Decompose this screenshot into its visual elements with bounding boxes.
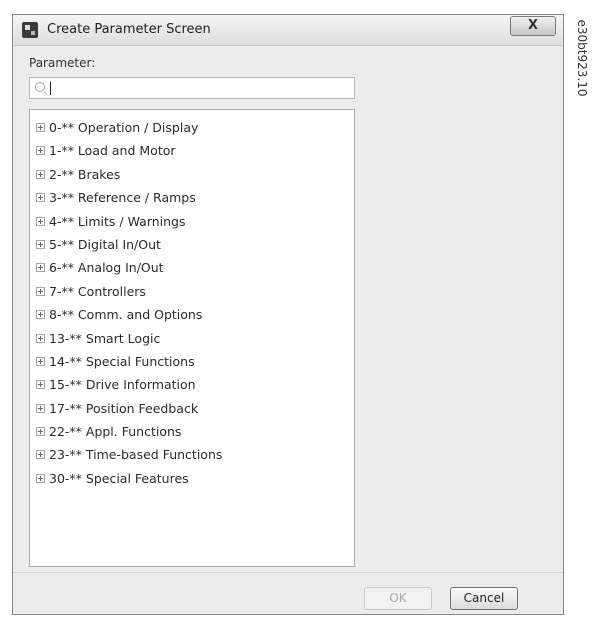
tree-item-label: 30-** Special Features [49, 470, 189, 486]
tree-item-label: 1-** Load and Motor [49, 143, 176, 159]
expand-plus-icon[interactable] [36, 380, 45, 390]
tree-item-label: 7-** Controllers [49, 283, 146, 299]
ok-button[interactable]: OK [364, 587, 432, 610]
expand-plus-icon[interactable] [36, 193, 45, 203]
tree-item-label: 0-** Operation / Display [49, 120, 199, 135]
expand-plus-icon[interactable] [36, 333, 45, 343]
tree-item-label: 5-** Digital In/Out [49, 236, 161, 252]
tree-item[interactable]: 17-** Position Feedback [30, 397, 354, 420]
tree-item[interactable]: 30-** Special Features [30, 467, 354, 490]
expand-plus-icon[interactable] [36, 356, 45, 366]
dialog-footer: OK Cancel [13, 572, 563, 614]
tree-item-label: 15-** Drive Information [49, 377, 196, 393]
parameter-tree[interactable]: 0-** Operation / Display 1-** Load and M… [29, 109, 355, 567]
tree-item-label: 23-** Time-based Functions [49, 447, 223, 463]
text-caret [50, 82, 51, 95]
expand-plus-icon[interactable] [36, 123, 45, 132]
tree-item[interactable]: 5-** Digital In/Out [30, 233, 354, 256]
title-bar[interactable]: Create Parameter Screen X [13, 15, 563, 46]
tree-item[interactable]: 22-** Appl. Functions [30, 420, 354, 443]
tree-item[interactable]: 6-** Analog In/Out [30, 256, 354, 279]
tree-item-label: 17-** Position Feedback [49, 400, 199, 416]
tree-item-label: 14-** Special Functions [49, 353, 195, 369]
parameter-search-input[interactable] [29, 77, 355, 99]
expand-plus-icon[interactable] [36, 216, 45, 226]
tree-item[interactable]: 4-** Limits / Warnings [30, 210, 354, 233]
create-parameter-dialog: Create Parameter Screen X Parameter: 0-*… [12, 14, 564, 615]
expand-plus-icon[interactable] [36, 146, 45, 156]
tree-item[interactable]: 8-** Comm. and Options [30, 303, 354, 326]
window-title: Create Parameter Screen [47, 22, 211, 37]
tree-item-label: 8-** Comm. and Options [49, 307, 203, 323]
cancel-button[interactable]: Cancel [450, 587, 518, 610]
close-button[interactable]: X [510, 16, 556, 36]
figure-id-text: e30bt923.10 [575, 19, 589, 97]
expand-plus-icon[interactable] [36, 286, 45, 296]
tree-item-label: 6-** Analog In/Out [49, 260, 164, 276]
expand-plus-icon[interactable] [36, 403, 45, 413]
tree-item-label: 2-** Brakes [49, 166, 121, 182]
app-icon [22, 22, 38, 38]
expand-plus-icon[interactable] [36, 473, 45, 483]
tree-item[interactable]: 2-** Brakes [30, 163, 354, 186]
tree-item[interactable]: 3-** Reference / Ramps [30, 186, 354, 209]
tree-item[interactable]: 7-** Controllers [30, 280, 354, 303]
tree-item-label: 13-** Smart Logic [49, 330, 161, 346]
tree-item-label: 22-** Appl. Functions [49, 424, 182, 440]
tree-item[interactable]: 0-** Operation / Display [30, 116, 354, 139]
expand-plus-icon[interactable] [36, 169, 45, 179]
tree-item[interactable]: 23-** Time-based Functions [30, 443, 354, 466]
tree-item-label: 3-** Reference / Ramps [49, 190, 196, 206]
tree-item[interactable]: 13-** Smart Logic [30, 327, 354, 350]
parameter-tree-list: 0-** Operation / Display 1-** Load and M… [30, 110, 354, 490]
expand-plus-icon[interactable] [36, 239, 45, 249]
tree-item-label: 4-** Limits / Warnings [49, 213, 186, 229]
tree-item[interactable]: 1-** Load and Motor [30, 139, 354, 162]
parameter-label: Parameter: [29, 56, 96, 70]
expand-plus-icon[interactable] [36, 263, 45, 273]
tree-item[interactable]: 15-** Drive Information [30, 373, 354, 396]
tree-item[interactable]: 14-** Special Functions [30, 350, 354, 373]
expand-plus-icon[interactable] [36, 450, 45, 460]
expand-plus-icon[interactable] [36, 427, 45, 437]
search-icon [35, 82, 45, 92]
expand-plus-icon[interactable] [36, 310, 45, 320]
figure-id-label: e30bt923.10 [574, 8, 590, 108]
